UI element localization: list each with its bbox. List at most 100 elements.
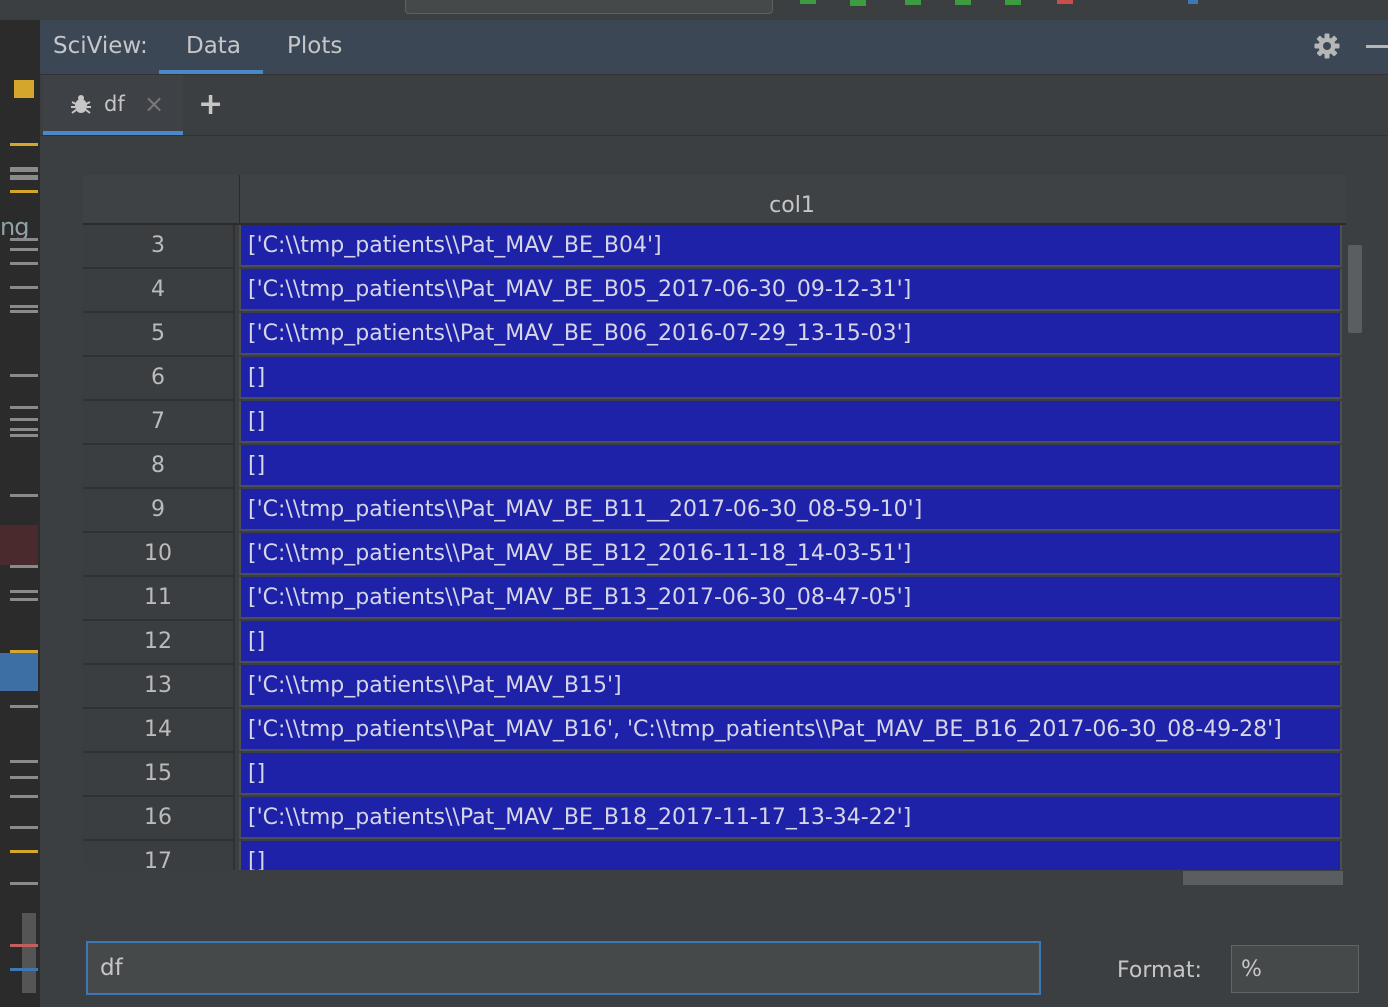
scroll-marker bbox=[10, 167, 38, 172]
row-index[interactable]: 9 bbox=[83, 489, 235, 533]
scroll-marker bbox=[10, 434, 38, 437]
vertical-scroll-thumb[interactable] bbox=[1348, 245, 1362, 333]
table-row[interactable]: 9 ['C:\\tmp_patients\\Pat_MAV_BE_B11__201… bbox=[83, 489, 1346, 533]
table-cell[interactable]: [] bbox=[239, 841, 1342, 870]
tab-df[interactable]: df × bbox=[43, 75, 183, 135]
minimize-icon[interactable] bbox=[1366, 45, 1388, 48]
row-index[interactable]: 5 bbox=[83, 313, 235, 357]
table-cell[interactable]: ['C:\\tmp_patients\\Pat_MAV_BE_B11__2017… bbox=[239, 489, 1342, 531]
table-row[interactable]: 13 ['C:\\tmp_patients\\Pat_MAV_B15'] bbox=[83, 665, 1346, 709]
sciview-title: SciView: bbox=[53, 33, 148, 59]
table-cell[interactable]: [] bbox=[239, 753, 1342, 795]
profile-icon[interactable] bbox=[955, 0, 971, 5]
horizontal-scrollbar[interactable] bbox=[83, 870, 1346, 886]
scroll-marker bbox=[10, 494, 38, 497]
format-input[interactable] bbox=[1231, 945, 1359, 993]
add-tab-icon[interactable]: + bbox=[198, 87, 223, 122]
row-index[interactable]: 3 bbox=[83, 225, 235, 269]
column-header-col1[interactable]: col1 bbox=[240, 193, 1344, 218]
table-cell[interactable]: ['C:\\tmp_patients\\Pat_MAV_BE_B04'] bbox=[239, 225, 1342, 267]
format-label: Format: bbox=[1117, 958, 1202, 983]
close-icon[interactable]: × bbox=[144, 90, 164, 118]
debug-icon[interactable] bbox=[850, 0, 866, 6]
row-index[interactable]: 6 bbox=[83, 357, 235, 401]
stop-icon[interactable] bbox=[1057, 0, 1073, 4]
tab-data[interactable]: Data bbox=[186, 33, 241, 59]
table-row[interactable]: 8[] bbox=[83, 445, 1346, 489]
run-config-combo[interactable] bbox=[405, 0, 773, 14]
row-index[interactable]: 14 bbox=[83, 709, 235, 753]
scroll-marker bbox=[10, 826, 38, 829]
warning-marker[interactable] bbox=[10, 190, 38, 193]
vcs-icon[interactable] bbox=[1188, 0, 1198, 4]
scroll-marker bbox=[10, 286, 38, 289]
row-index[interactable]: 7 bbox=[83, 401, 235, 445]
table-row[interactable]: 6[] bbox=[83, 357, 1346, 401]
row-index[interactable]: 17 bbox=[83, 841, 235, 870]
row-index[interactable]: 4 bbox=[83, 269, 235, 313]
table-header: col1 bbox=[83, 175, 1346, 225]
table-cell[interactable]: [] bbox=[239, 445, 1342, 487]
info-marker[interactable] bbox=[10, 968, 38, 971]
row-index[interactable]: 11 bbox=[83, 577, 235, 621]
table-cell[interactable]: ['C:\\tmp_patients\\Pat_MAV_BE_B06_2016-… bbox=[239, 313, 1342, 355]
table-cell[interactable]: [] bbox=[239, 621, 1342, 663]
scroll-marker bbox=[22, 913, 36, 993]
table-row[interactable]: 14 ['C:\\tmp_patients\\Pat_MAV_B16', 'C:\… bbox=[83, 709, 1346, 753]
scroll-marker bbox=[10, 705, 38, 708]
table-cell[interactable]: [] bbox=[239, 401, 1342, 443]
scroll-marker bbox=[10, 565, 38, 568]
table-cell[interactable]: ['C:\\tmp_patients\\Pat_MAV_B16', 'C:\\t… bbox=[239, 709, 1342, 751]
scroll-marker bbox=[10, 760, 38, 763]
row-index[interactable]: 8 bbox=[83, 445, 235, 489]
row-index[interactable]: 12 bbox=[83, 621, 235, 665]
error-marker[interactable] bbox=[10, 944, 38, 947]
editor-gutter: ng bbox=[0, 20, 40, 1007]
data-table: col1 3 ['C:\\tmp_patients\\Pat_MAV_BE_B04… bbox=[83, 175, 1346, 870]
table-row[interactable]: 7[] bbox=[83, 401, 1346, 445]
table-row[interactable]: 17[] bbox=[83, 841, 1346, 870]
row-index[interactable]: 16 bbox=[83, 797, 235, 841]
table-cell[interactable]: [] bbox=[239, 357, 1342, 399]
table-row[interactable]: 5 ['C:\\tmp_patients\\Pat_MAV_BE_B06_2016… bbox=[83, 313, 1346, 357]
horizontal-scroll-thumb[interactable] bbox=[1183, 871, 1343, 885]
row-index[interactable]: 10 bbox=[83, 533, 235, 577]
scroll-marker bbox=[10, 406, 38, 409]
table-row[interactable]: 16 ['C:\\tmp_patients\\Pat_MAV_BE_B18_201… bbox=[83, 797, 1346, 841]
table-row[interactable]: 4 ['C:\\tmp_patients\\Pat_MAV_BE_B05_2017… bbox=[83, 269, 1346, 313]
warning-marker[interactable] bbox=[10, 143, 38, 146]
gear-icon[interactable] bbox=[1313, 32, 1341, 60]
scroll-marker bbox=[10, 598, 38, 601]
table-cell[interactable]: ['C:\\tmp_patients\\Pat_MAV_BE_B13_2017-… bbox=[239, 577, 1342, 619]
error-marker[interactable] bbox=[0, 525, 38, 565]
table-row[interactable]: 12[] bbox=[83, 621, 1346, 665]
run-icon[interactable] bbox=[800, 0, 816, 4]
scroll-marker bbox=[10, 175, 38, 180]
tab-plots[interactable]: Plots bbox=[287, 33, 342, 59]
active-tab-indicator bbox=[43, 131, 183, 135]
table-cell[interactable]: ['C:\\tmp_patients\\Pat_MAV_B15'] bbox=[239, 665, 1342, 707]
scroll-marker bbox=[10, 238, 38, 241]
table-row[interactable]: 11 ['C:\\tmp_patients\\Pat_MAV_BE_B13_201… bbox=[83, 577, 1346, 621]
table-cell[interactable]: ['C:\\tmp_patients\\Pat_MAV_BE_B18_2017-… bbox=[239, 797, 1342, 839]
warning-marker[interactable] bbox=[10, 850, 38, 853]
table-body: 3 ['C:\\tmp_patients\\Pat_MAV_BE_B04'] 4 ['… bbox=[83, 225, 1346, 870]
table-row[interactable]: 15[] bbox=[83, 753, 1346, 797]
scroll-marker bbox=[10, 776, 38, 779]
table-row[interactable]: 3 ['C:\\tmp_patients\\Pat_MAV_BE_B04'] bbox=[83, 225, 1346, 269]
scroll-marker bbox=[10, 310, 38, 313]
scroll-thumb-marker[interactable] bbox=[0, 653, 38, 691]
table-cell[interactable]: ['C:\\tmp_patients\\Pat_MAV_BE_B05_2017-… bbox=[239, 269, 1342, 311]
row-index[interactable]: 13 bbox=[83, 665, 235, 709]
vertical-scrollbar[interactable] bbox=[1347, 225, 1363, 870]
expression-input[interactable] bbox=[86, 941, 1041, 995]
warning-marker[interactable] bbox=[14, 80, 34, 98]
row-index[interactable]: 15 bbox=[83, 753, 235, 797]
table-row[interactable]: 10 ['C:\\tmp_patients\\Pat_MAV_BE_B12_201… bbox=[83, 533, 1346, 577]
concurrency-icon[interactable] bbox=[1005, 0, 1021, 5]
table-cell[interactable]: ['C:\\tmp_patients\\Pat_MAV_BE_B12_2016-… bbox=[239, 533, 1342, 575]
index-header[interactable] bbox=[83, 175, 240, 223]
dataframe-tab-bar: df × + bbox=[40, 75, 1388, 136]
coverage-icon[interactable] bbox=[905, 0, 921, 5]
sciview-header: SciView: Data Plots bbox=[40, 20, 1388, 75]
